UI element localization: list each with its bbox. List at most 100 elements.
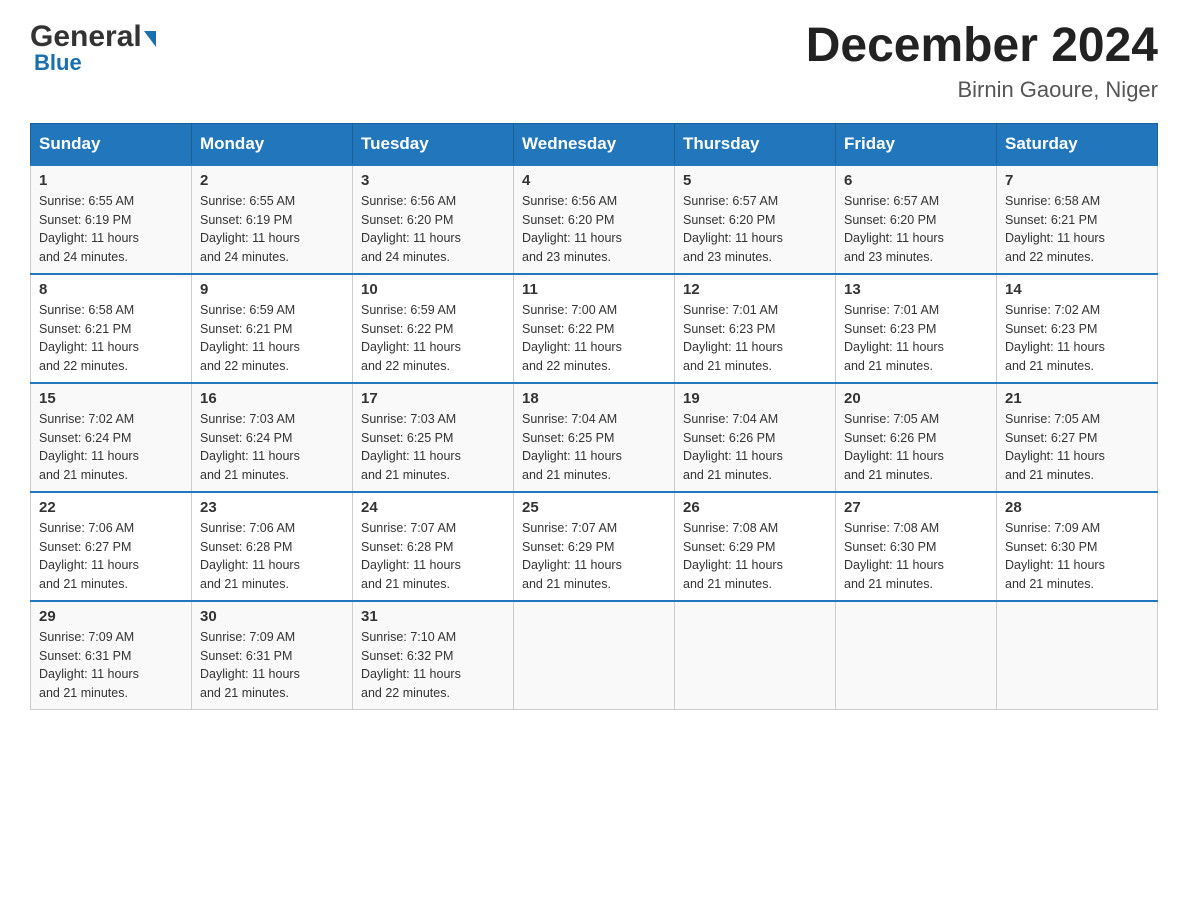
day-number: 15 — [39, 390, 183, 407]
day-number: 29 — [39, 608, 183, 625]
calendar-header-sunday: Sunday — [31, 123, 192, 165]
day-info: Sunrise: 7:03 AM Sunset: 6:24 PM Dayligh… — [200, 410, 344, 485]
logo-blue: Blue — [34, 50, 82, 76]
logo: General Blue — [30, 20, 156, 76]
calendar-cell: 31 Sunrise: 7:10 AM Sunset: 6:32 PM Dayl… — [353, 601, 514, 710]
calendar-cell: 16 Sunrise: 7:03 AM Sunset: 6:24 PM Dayl… — [192, 383, 353, 492]
day-number: 7 — [1005, 172, 1149, 189]
day-number: 30 — [200, 608, 344, 625]
day-number: 5 — [683, 172, 827, 189]
calendar-week-row: 29 Sunrise: 7:09 AM Sunset: 6:31 PM Dayl… — [31, 601, 1158, 710]
day-info: Sunrise: 6:58 AM Sunset: 6:21 PM Dayligh… — [39, 301, 183, 376]
day-number: 14 — [1005, 281, 1149, 298]
calendar-cell — [836, 601, 997, 710]
calendar-header-friday: Friday — [836, 123, 997, 165]
logo-general: General — [30, 20, 142, 54]
logo-triangle-icon — [144, 31, 156, 47]
calendar-cell: 26 Sunrise: 7:08 AM Sunset: 6:29 PM Dayl… — [675, 492, 836, 601]
day-number: 24 — [361, 499, 505, 516]
day-info: Sunrise: 6:59 AM Sunset: 6:21 PM Dayligh… — [200, 301, 344, 376]
day-info: Sunrise: 6:57 AM Sunset: 6:20 PM Dayligh… — [844, 192, 988, 267]
calendar-cell: 14 Sunrise: 7:02 AM Sunset: 6:23 PM Dayl… — [997, 274, 1158, 383]
calendar-week-row: 22 Sunrise: 7:06 AM Sunset: 6:27 PM Dayl… — [31, 492, 1158, 601]
day-info: Sunrise: 7:08 AM Sunset: 6:29 PM Dayligh… — [683, 519, 827, 594]
day-number: 9 — [200, 281, 344, 298]
calendar-cell: 25 Sunrise: 7:07 AM Sunset: 6:29 PM Dayl… — [514, 492, 675, 601]
calendar-header-monday: Monday — [192, 123, 353, 165]
day-info: Sunrise: 7:01 AM Sunset: 6:23 PM Dayligh… — [683, 301, 827, 376]
day-number: 12 — [683, 281, 827, 298]
day-number: 19 — [683, 390, 827, 407]
day-number: 22 — [39, 499, 183, 516]
calendar-cell: 7 Sunrise: 6:58 AM Sunset: 6:21 PM Dayli… — [997, 165, 1158, 274]
calendar-cell: 3 Sunrise: 6:56 AM Sunset: 6:20 PM Dayli… — [353, 165, 514, 274]
day-info: Sunrise: 6:58 AM Sunset: 6:21 PM Dayligh… — [1005, 192, 1149, 267]
day-info: Sunrise: 7:02 AM Sunset: 6:23 PM Dayligh… — [1005, 301, 1149, 376]
day-number: 31 — [361, 608, 505, 625]
day-info: Sunrise: 6:57 AM Sunset: 6:20 PM Dayligh… — [683, 192, 827, 267]
day-info: Sunrise: 7:04 AM Sunset: 6:26 PM Dayligh… — [683, 410, 827, 485]
calendar-header-row: SundayMondayTuesdayWednesdayThursdayFrid… — [31, 123, 1158, 165]
calendar-cell: 18 Sunrise: 7:04 AM Sunset: 6:25 PM Dayl… — [514, 383, 675, 492]
day-number: 18 — [522, 390, 666, 407]
calendar-header-saturday: Saturday — [997, 123, 1158, 165]
calendar-cell: 13 Sunrise: 7:01 AM Sunset: 6:23 PM Dayl… — [836, 274, 997, 383]
day-number: 23 — [200, 499, 344, 516]
day-info: Sunrise: 7:00 AM Sunset: 6:22 PM Dayligh… — [522, 301, 666, 376]
day-number: 20 — [844, 390, 988, 407]
calendar-cell: 15 Sunrise: 7:02 AM Sunset: 6:24 PM Dayl… — [31, 383, 192, 492]
calendar-week-row: 1 Sunrise: 6:55 AM Sunset: 6:19 PM Dayli… — [31, 165, 1158, 274]
day-number: 13 — [844, 281, 988, 298]
day-info: Sunrise: 6:55 AM Sunset: 6:19 PM Dayligh… — [39, 192, 183, 267]
day-number: 11 — [522, 281, 666, 298]
day-info: Sunrise: 7:07 AM Sunset: 6:29 PM Dayligh… — [522, 519, 666, 594]
page-header: General Blue December 2024 Birnin Gaoure… — [30, 20, 1158, 103]
day-number: 2 — [200, 172, 344, 189]
day-number: 16 — [200, 390, 344, 407]
day-info: Sunrise: 6:59 AM Sunset: 6:22 PM Dayligh… — [361, 301, 505, 376]
day-info: Sunrise: 7:09 AM Sunset: 6:31 PM Dayligh… — [39, 628, 183, 703]
main-title: December 2024 — [806, 20, 1158, 73]
day-info: Sunrise: 7:05 AM Sunset: 6:27 PM Dayligh… — [1005, 410, 1149, 485]
calendar-cell — [514, 601, 675, 710]
day-number: 27 — [844, 499, 988, 516]
calendar-cell: 30 Sunrise: 7:09 AM Sunset: 6:31 PM Dayl… — [192, 601, 353, 710]
calendar-cell: 10 Sunrise: 6:59 AM Sunset: 6:22 PM Dayl… — [353, 274, 514, 383]
day-info: Sunrise: 6:56 AM Sunset: 6:20 PM Dayligh… — [361, 192, 505, 267]
day-number: 17 — [361, 390, 505, 407]
day-info: Sunrise: 7:06 AM Sunset: 6:28 PM Dayligh… — [200, 519, 344, 594]
day-info: Sunrise: 7:03 AM Sunset: 6:25 PM Dayligh… — [361, 410, 505, 485]
calendar-cell: 4 Sunrise: 6:56 AM Sunset: 6:20 PM Dayli… — [514, 165, 675, 274]
day-number: 1 — [39, 172, 183, 189]
calendar-table: SundayMondayTuesdayWednesdayThursdayFrid… — [30, 123, 1158, 710]
day-info: Sunrise: 7:09 AM Sunset: 6:30 PM Dayligh… — [1005, 519, 1149, 594]
day-info: Sunrise: 6:55 AM Sunset: 6:19 PM Dayligh… — [200, 192, 344, 267]
day-number: 26 — [683, 499, 827, 516]
calendar-cell: 8 Sunrise: 6:58 AM Sunset: 6:21 PM Dayli… — [31, 274, 192, 383]
calendar-week-row: 15 Sunrise: 7:02 AM Sunset: 6:24 PM Dayl… — [31, 383, 1158, 492]
day-info: Sunrise: 7:05 AM Sunset: 6:26 PM Dayligh… — [844, 410, 988, 485]
day-number: 25 — [522, 499, 666, 516]
calendar-cell: 19 Sunrise: 7:04 AM Sunset: 6:26 PM Dayl… — [675, 383, 836, 492]
day-info: Sunrise: 7:06 AM Sunset: 6:27 PM Dayligh… — [39, 519, 183, 594]
day-number: 10 — [361, 281, 505, 298]
day-info: Sunrise: 7:10 AM Sunset: 6:32 PM Dayligh… — [361, 628, 505, 703]
calendar-cell: 9 Sunrise: 6:59 AM Sunset: 6:21 PM Dayli… — [192, 274, 353, 383]
calendar-cell — [997, 601, 1158, 710]
calendar-cell: 23 Sunrise: 7:06 AM Sunset: 6:28 PM Dayl… — [192, 492, 353, 601]
day-info: Sunrise: 7:02 AM Sunset: 6:24 PM Dayligh… — [39, 410, 183, 485]
calendar-header-tuesday: Tuesday — [353, 123, 514, 165]
calendar-cell: 27 Sunrise: 7:08 AM Sunset: 6:30 PM Dayl… — [836, 492, 997, 601]
calendar-cell: 1 Sunrise: 6:55 AM Sunset: 6:19 PM Dayli… — [31, 165, 192, 274]
day-info: Sunrise: 7:04 AM Sunset: 6:25 PM Dayligh… — [522, 410, 666, 485]
calendar-cell: 2 Sunrise: 6:55 AM Sunset: 6:19 PM Dayli… — [192, 165, 353, 274]
calendar-cell: 29 Sunrise: 7:09 AM Sunset: 6:31 PM Dayl… — [31, 601, 192, 710]
day-number: 8 — [39, 281, 183, 298]
day-number: 21 — [1005, 390, 1149, 407]
calendar-header-wednesday: Wednesday — [514, 123, 675, 165]
day-number: 3 — [361, 172, 505, 189]
day-number: 28 — [1005, 499, 1149, 516]
calendar-cell: 28 Sunrise: 7:09 AM Sunset: 6:30 PM Dayl… — [997, 492, 1158, 601]
day-info: Sunrise: 7:08 AM Sunset: 6:30 PM Dayligh… — [844, 519, 988, 594]
calendar-header-thursday: Thursday — [675, 123, 836, 165]
